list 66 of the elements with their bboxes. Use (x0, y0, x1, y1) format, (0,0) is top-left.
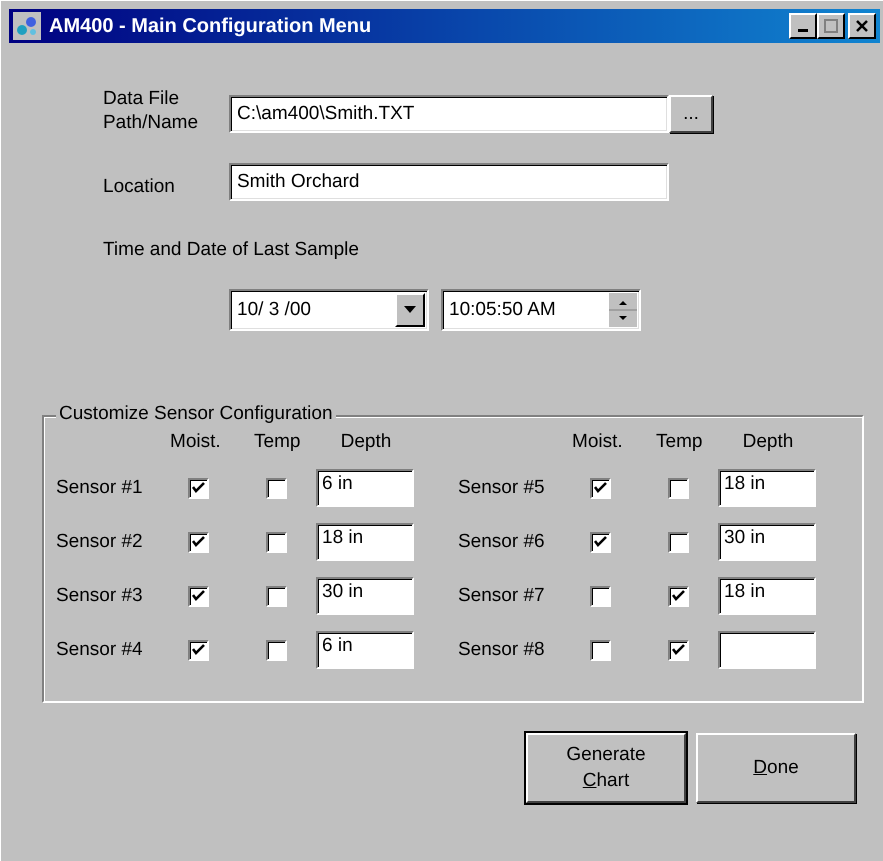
sensor-label: Sensor #5 (458, 477, 546, 499)
temperature-checkbox[interactable] (668, 640, 689, 660)
minimize-button[interactable] (789, 13, 817, 39)
temperature-checkbox[interactable] (266, 478, 287, 498)
temperature-checkbox[interactable] (266, 532, 287, 552)
section-label: Time and Date of Last Sample (103, 239, 359, 261)
group-title: Customize Sensor Configuration (56, 403, 336, 425)
check-icon (672, 590, 685, 602)
path-field[interactable]: C:\am400\Smith.TXT (229, 95, 669, 133)
check-icon (672, 644, 685, 656)
temperature-checkbox[interactable] (266, 586, 287, 606)
column-header: Temp (254, 431, 302, 453)
column-header: Temp (656, 431, 704, 453)
depth-field[interactable] (718, 631, 816, 669)
sensor-label: Sensor #2 (56, 531, 144, 553)
check-icon (594, 482, 607, 494)
depth-field[interactable]: 30 in (718, 523, 816, 561)
check-icon (594, 536, 607, 548)
moisture-checkbox[interactable] (590, 532, 611, 552)
generate-chart-button[interactable]: Generate Chart (526, 733, 686, 803)
column-header: Depth (340, 431, 392, 453)
temperature-checkbox[interactable] (266, 640, 287, 660)
done-button[interactable]: Done (696, 733, 856, 803)
time-picker[interactable]: 10:05:50 AM (441, 289, 641, 331)
close-button[interactable] (848, 13, 876, 39)
minimize-icon (798, 29, 808, 32)
check-icon (192, 644, 205, 656)
date-value: 10/ 3 /00 (237, 299, 311, 321)
check-icon (192, 482, 205, 494)
sensor-label: Sensor #3 (56, 585, 144, 607)
moisture-checkbox[interactable] (188, 478, 209, 498)
field-label: Location (103, 175, 176, 199)
maximize-icon (824, 19, 838, 33)
moisture-checkbox[interactable] (188, 532, 209, 552)
sensor-label: Sensor #7 (458, 585, 546, 607)
column-header: Depth (742, 431, 794, 453)
spinner-icon[interactable] (609, 293, 637, 327)
field-label: Data File Path/Name (103, 87, 200, 135)
temperature-checkbox[interactable] (668, 586, 689, 606)
depth-field[interactable]: 18 in (718, 469, 816, 507)
close-icon (855, 19, 869, 33)
moisture-checkbox[interactable] (590, 478, 611, 498)
maximize-button[interactable] (817, 13, 845, 39)
sensor-label: Sensor #4 (56, 639, 144, 661)
moisture-checkbox[interactable] (188, 640, 209, 660)
app-icon (13, 12, 41, 40)
window-title: AM400 - Main Configuration Menu (49, 14, 372, 38)
sensor-label: Sensor #6 (458, 531, 546, 553)
time-value: 10:05:50 AM (449, 299, 556, 321)
depth-field[interactable]: 6 in (316, 469, 414, 507)
date-picker[interactable]: 10/ 3 /00 (229, 289, 429, 331)
temperature-checkbox[interactable] (668, 478, 689, 498)
check-icon (192, 590, 205, 602)
depth-field[interactable]: 18 in (316, 523, 414, 561)
moisture-checkbox[interactable] (590, 640, 611, 660)
moisture-checkbox[interactable] (188, 586, 209, 606)
depth-field[interactable]: 6 in (316, 631, 414, 669)
check-icon (192, 536, 205, 548)
depth-field[interactable]: 30 in (316, 577, 414, 615)
sensor-label: Sensor #8 (458, 639, 546, 661)
temperature-checkbox[interactable] (668, 532, 689, 552)
sensor-label: Sensor #1 (56, 477, 144, 499)
depth-field[interactable]: 18 in (718, 577, 816, 615)
moisture-checkbox[interactable] (590, 586, 611, 606)
location-field[interactable]: Smith Orchard (229, 163, 669, 201)
browse-button[interactable]: ... (669, 95, 713, 133)
